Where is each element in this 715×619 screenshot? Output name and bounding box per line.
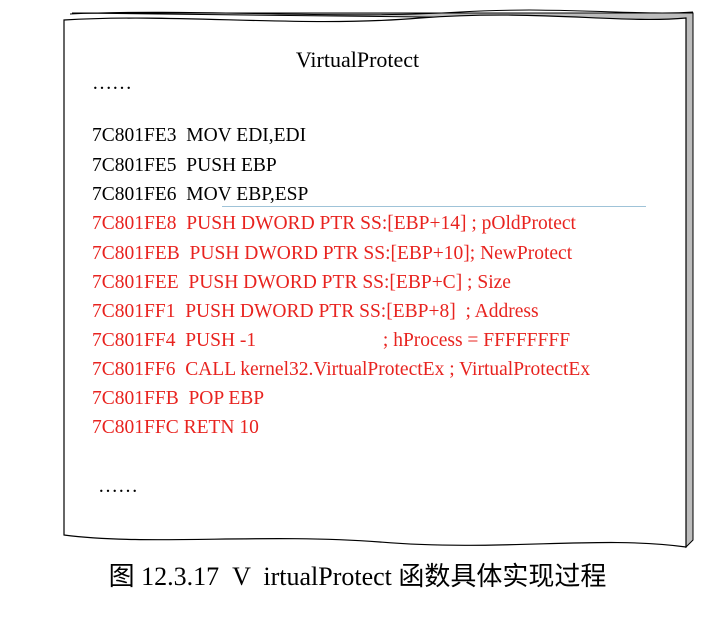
separator-line [222,206,646,207]
code-line: 7C801FE8 PUSH DWORD PTR SS:[EBP+14] ; pO… [92,213,576,234]
code-line: 7C801FE3 MOV EDI,EDI [92,125,307,146]
code-line: 7C801FFC RETN 10 [92,417,259,438]
code-line: 7C801FF6 CALL kernel32.VirtualProtectEx … [92,359,591,380]
ellipsis-top: …… [92,72,132,94]
code-line: 7C801FE5 PUSH EBP [92,155,277,176]
diagram-title: VirtualProtect [295,47,420,72]
code-line: 7C801FF1 PUSH DWORD PTR SS:[EBP+8] ; Add… [92,301,539,322]
code-line: 7C801FF4 PUSH -1 ; hProcess = FFFFFFFF [92,330,571,351]
ellipsis-bottom: …… [98,475,138,497]
code-line: 7C801FEB PUSH DWORD PTR SS:[EBP+10]; New… [92,243,573,264]
code-line: 7C801FEE PUSH DWORD PTR SS:[EBP+C] ; Siz… [92,272,511,293]
code-line: 7C801FE6 MOV EBP,ESP [92,184,309,205]
code-line: 7C801FFB POP EBP [92,388,265,409]
figure-caption: 图 12.3.17 V irtualProtect 函数具体实现过程 [108,562,607,591]
